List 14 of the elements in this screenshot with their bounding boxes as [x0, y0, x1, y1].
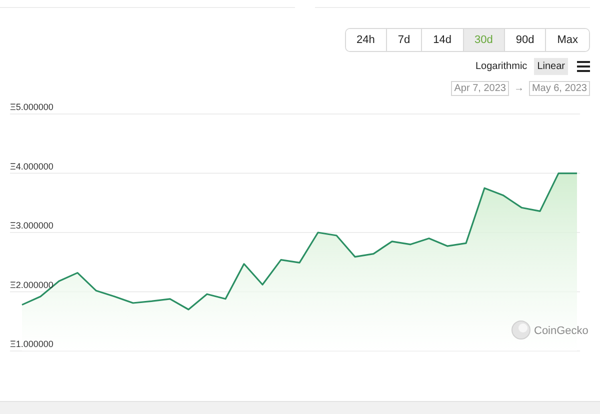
end-date-field[interactable]: May 6, 2023 [528, 81, 590, 96]
range-tab[interactable]: Max [545, 29, 589, 51]
watermark-text: CoinGecko [534, 325, 588, 337]
scale-toggle[interactable]: Logarithmic [472, 58, 530, 75]
y-axis-label: Ξ4.000000 [10, 161, 54, 172]
y-axis-label: Ξ5.000000 [10, 102, 54, 112]
y-axis-label: Ξ3.000000 [10, 220, 54, 230]
start-date-field[interactable]: Apr 7, 2023 [451, 81, 509, 96]
menu-icon[interactable] [577, 61, 590, 72]
arrow-text: → [514, 83, 524, 94]
y-axis-label: Ξ2.000000 [10, 280, 54, 290]
y-axis-label: Ξ1.000000 [10, 339, 54, 349]
gecko-logo-icon [512, 320, 530, 340]
scale-toggle[interactable]: Linear [534, 58, 568, 75]
